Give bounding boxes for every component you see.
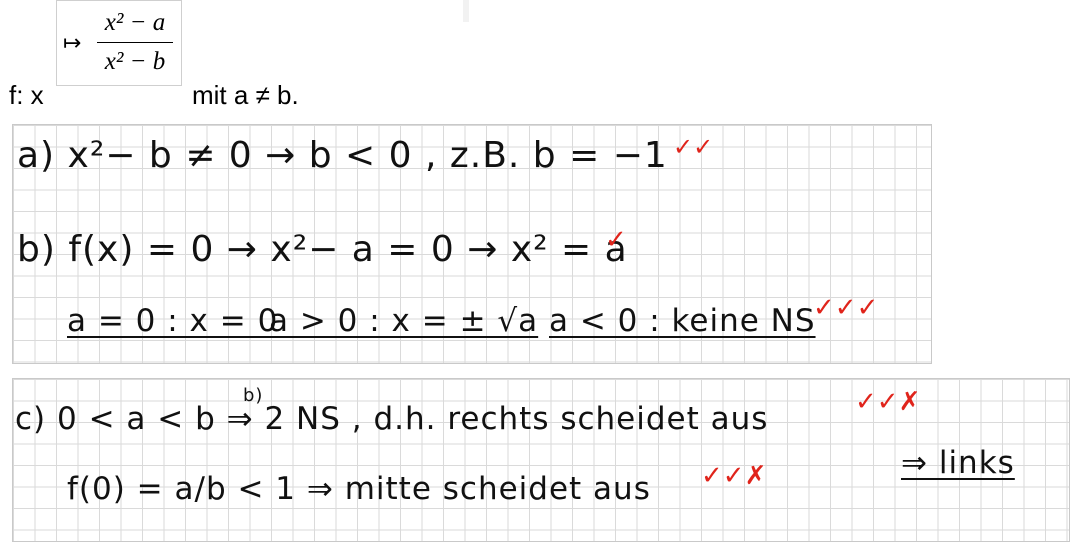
part-c-line1: c) 0 < a < b ⇒ 2 NS , d.h. rechts scheid… <box>15 401 769 437</box>
fraction-denominator: x² − b <box>104 48 166 75</box>
mapsto-symbol: ↦ <box>63 31 82 56</box>
formula-image: ↦ x² − a x² − b <box>56 0 182 86</box>
part-c-line2-checks: ✓✓✗ <box>701 461 767 491</box>
part-b-line1: b) f(x) = 0 → x²− a = 0 → x² = a <box>17 229 628 270</box>
grid-paper-c: c) 0 < a < b ⇒ 2 NS , d.h. rechts scheid… <box>12 378 1070 542</box>
part-c-line2: f(0) = a/b < 1 ⇒ mitte scheidet aus <box>67 471 651 507</box>
part-c-conclusion: ⇒ links <box>901 445 1015 481</box>
faint-artifact <box>463 0 469 22</box>
part-a-text: a) x²− b ≠ 0 → b < 0 , z.B. b = −1 <box>17 135 668 176</box>
part-a-checks: ✓✓ <box>673 133 714 161</box>
part-b-case-a-zero: a = 0 : x = 0 <box>67 303 279 339</box>
grid-paper-ab: a) x²− b ≠ 0 → b < 0 , z.B. b = −1 ✓✓ b)… <box>12 124 932 364</box>
part-c-line1-checks: ✓✓✗ <box>855 387 921 417</box>
part-b-line1-check: ✓ <box>605 225 627 255</box>
condition-text: mit a ≠ b. <box>192 80 299 110</box>
part-c-reference: b) <box>243 385 264 406</box>
part-b-case-checks: ✓✓✓ <box>813 293 879 323</box>
fraction: x² − a x² − b <box>95 5 175 80</box>
fraction-bar <box>97 42 173 43</box>
part-b-case-a-negative: a < 0 : keine NS <box>549 303 816 339</box>
function-label: f: x <box>9 80 44 110</box>
fraction-numerator: x² − a <box>104 9 166 36</box>
part-b-case-a-positive: a > 0 : x = ± √a <box>269 303 539 339</box>
